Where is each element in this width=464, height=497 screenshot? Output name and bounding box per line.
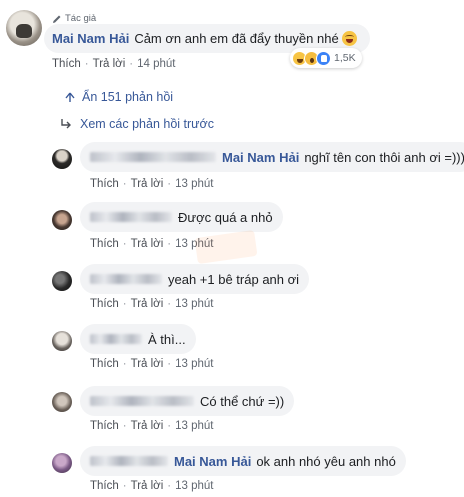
- avatar[interactable]: [52, 392, 72, 412]
- separator: ·: [167, 358, 172, 370]
- blurred-name: [90, 274, 162, 284]
- separator: ·: [167, 480, 172, 492]
- reply-button[interactable]: Trả lời: [131, 480, 164, 492]
- avatar[interactable]: [52, 210, 72, 230]
- reply-button[interactable]: Trả lời: [131, 178, 164, 190]
- reply-button[interactable]: Trả lời: [131, 238, 164, 250]
- separator: ·: [167, 420, 172, 432]
- view-previous-replies-label: Xem các phản hồi trước: [80, 117, 214, 131]
- reply-arrow-icon: [61, 119, 71, 129]
- comment-text: Cảm ơn anh em đã đẩy thuyền nhé: [134, 31, 339, 46]
- comment-author-name[interactable]: Mai Nam Hải: [52, 31, 129, 46]
- avatar[interactable]: [52, 149, 72, 169]
- separator: ·: [122, 358, 127, 370]
- hide-replies-link[interactable]: Ẩn 151 phản hồi: [64, 90, 173, 104]
- reply-bubble: Mai Nam Hải ok anh nhó yêu anh nhó: [80, 446, 406, 476]
- reply-actions: Thích · Trả lời · 13 phút: [90, 420, 214, 432]
- reply-text: À thì...: [148, 331, 186, 347]
- separator: ·: [122, 298, 127, 310]
- separator: ·: [167, 298, 172, 310]
- blurred-name: [90, 212, 172, 222]
- mention-link[interactable]: Mai Nam Hải: [174, 454, 251, 469]
- reaction-summary[interactable]: 1,5K: [290, 48, 362, 68]
- like-button[interactable]: Thích: [52, 58, 81, 70]
- like-button[interactable]: Thích: [90, 238, 119, 250]
- like-button[interactable]: Thích: [90, 480, 119, 492]
- hide-replies-label: Ẩn 151 phản hồi: [82, 90, 174, 104]
- reply-bubble: Có thể chứ =)): [80, 386, 295, 416]
- blurred-name: [90, 334, 142, 344]
- like-button[interactable]: Thích: [90, 358, 119, 370]
- reaction-count: 1,5K: [334, 52, 356, 64]
- reply-actions: Thích · Trả lời · 13 phút: [90, 298, 214, 310]
- separator: ·: [122, 480, 127, 492]
- author-badge-label: Tác giả: [65, 13, 97, 24]
- reply-text: nghĩ tên con thôi anh ơi =))): [304, 149, 464, 165]
- reply-actions: Thích · Trả lời · 13 phút: [90, 178, 214, 190]
- blurred-name: [90, 456, 168, 466]
- reply-bubble: Mai Nam Hải nghĩ tên con thôi anh ơi =))…: [80, 142, 464, 172]
- blurred-name: [90, 152, 216, 162]
- reply-button[interactable]: Trả lời: [131, 358, 164, 370]
- comment-actions: Thích · Trả lời · 14 phút: [52, 58, 176, 70]
- separator: ·: [84, 58, 89, 70]
- separator: ·: [122, 238, 127, 250]
- reply-text: Có thể chứ =)): [200, 393, 285, 409]
- avatar[interactable]: [52, 331, 72, 351]
- separator: ·: [167, 178, 172, 190]
- mention-link[interactable]: Mai Nam Hải: [222, 150, 299, 165]
- separator: ·: [167, 238, 172, 250]
- timestamp[interactable]: 13 phút: [175, 298, 213, 310]
- reply-text: yeah +1 bê tráp anh ơi: [168, 271, 300, 287]
- like-reaction-icon: [316, 50, 331, 66]
- collapse-arrow-icon: [65, 92, 75, 102]
- timestamp[interactable]: 13 phút: [175, 480, 213, 492]
- separator: ·: [122, 420, 127, 432]
- separator: ·: [129, 58, 134, 70]
- timestamp[interactable]: 13 phút: [175, 420, 213, 432]
- like-button[interactable]: Thích: [90, 298, 119, 310]
- reply-button[interactable]: Trả lời: [131, 420, 164, 432]
- reply-text: ok anh nhó yêu anh nhó: [256, 453, 396, 469]
- reply-button[interactable]: Trả lời: [131, 298, 164, 310]
- avatar[interactable]: [52, 453, 72, 473]
- reply-actions: Thích · Trả lời · 13 phút: [90, 480, 214, 492]
- watermark: [194, 229, 258, 265]
- like-button[interactable]: Thích: [90, 178, 119, 190]
- avatar[interactable]: [52, 271, 72, 291]
- like-button[interactable]: Thích: [90, 420, 119, 432]
- reply-text: Được quá a nhỏ: [178, 209, 273, 225]
- laughing-emoji-icon: [341, 31, 357, 46]
- view-previous-replies-link[interactable]: Xem các phản hồi trước: [60, 117, 214, 131]
- timestamp[interactable]: 14 phút: [137, 58, 175, 70]
- timestamp[interactable]: 13 phút: [175, 358, 213, 370]
- timestamp[interactable]: 13 phút: [175, 178, 213, 190]
- reply-bubble: yeah +1 bê tráp anh ơi: [80, 264, 310, 294]
- reply-bubble: Được quá a nhỏ: [80, 202, 283, 232]
- reply-actions: Thích · Trả lời · 13 phút: [90, 358, 214, 370]
- reply-bubble: À thì...: [80, 324, 196, 354]
- separator: ·: [122, 178, 127, 190]
- reply-button[interactable]: Trả lời: [93, 58, 126, 70]
- avatar[interactable]: [6, 10, 42, 46]
- blurred-name: [90, 396, 194, 406]
- author-badge: Tác giả: [52, 13, 96, 24]
- pencil-icon: [53, 15, 61, 23]
